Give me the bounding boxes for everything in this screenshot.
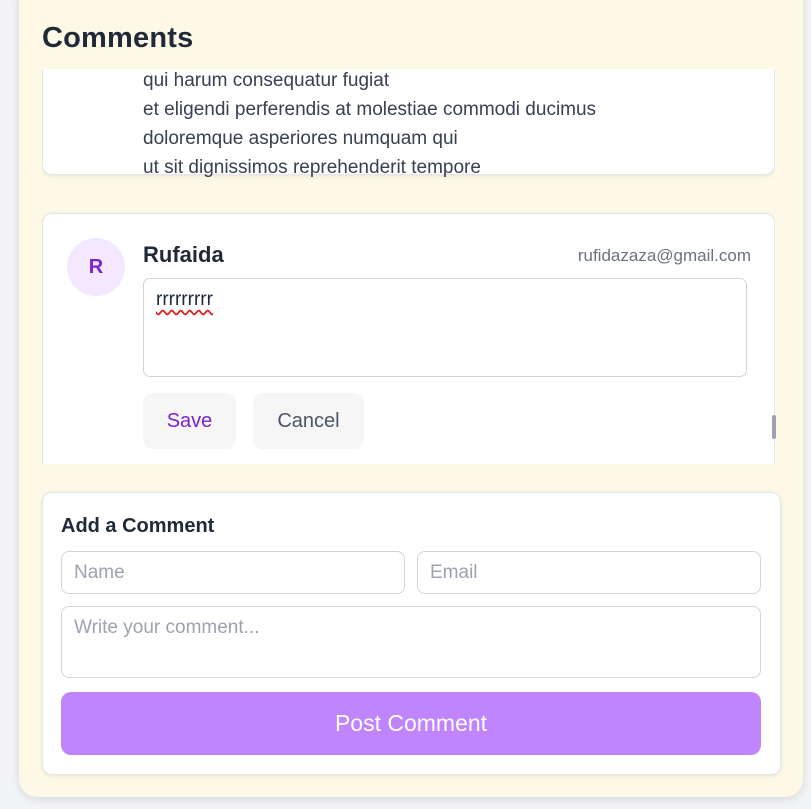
comment-line: ut sit dignissimos reprehenderit tempore <box>143 157 481 178</box>
page-title: Comments <box>42 22 194 54</box>
comments-panel: Comments qui harum consequatur fugiat et… <box>19 0 803 797</box>
comment-card: qui harum consequatur fugiat et eligendi… <box>42 69 775 178</box>
comment-line: doloremque asperiores numquam qui <box>143 128 458 149</box>
comment-body: qui harum consequatur fugiat et eligendi… <box>143 69 596 182</box>
comment-author-name: Rufaida <box>143 242 224 267</box>
post-comment-button[interactable]: Post Comment <box>61 692 761 755</box>
comment-input[interactable] <box>61 606 761 678</box>
comment-line: qui harum consequatur fugiat <box>143 70 390 91</box>
comment-line: et eligendi perferendis at molestiae com… <box>143 99 597 120</box>
add-comment-title: Add a Comment <box>61 515 215 537</box>
edit-comment-textarea[interactable]: rrrrrrrrr <box>143 278 747 377</box>
cancel-button[interactable]: Cancel <box>253 393 364 449</box>
comments-list[interactable]: qui harum consequatur fugiat et eligendi… <box>42 69 775 464</box>
scrollbar-thumb[interactable] <box>772 415 776 439</box>
email-input[interactable] <box>417 551 761 594</box>
name-input[interactable] <box>61 551 405 594</box>
save-button[interactable]: Save <box>143 393 236 449</box>
add-comment-form: Add a Comment Post Comment <box>42 492 781 775</box>
avatar: R <box>67 238 125 296</box>
comment-card-editing: R Rufaida rufidazaza@gmail.com rrrrrrrrr… <box>42 213 775 464</box>
comment-author-email: rufidazaza@gmail.com <box>577 246 751 265</box>
